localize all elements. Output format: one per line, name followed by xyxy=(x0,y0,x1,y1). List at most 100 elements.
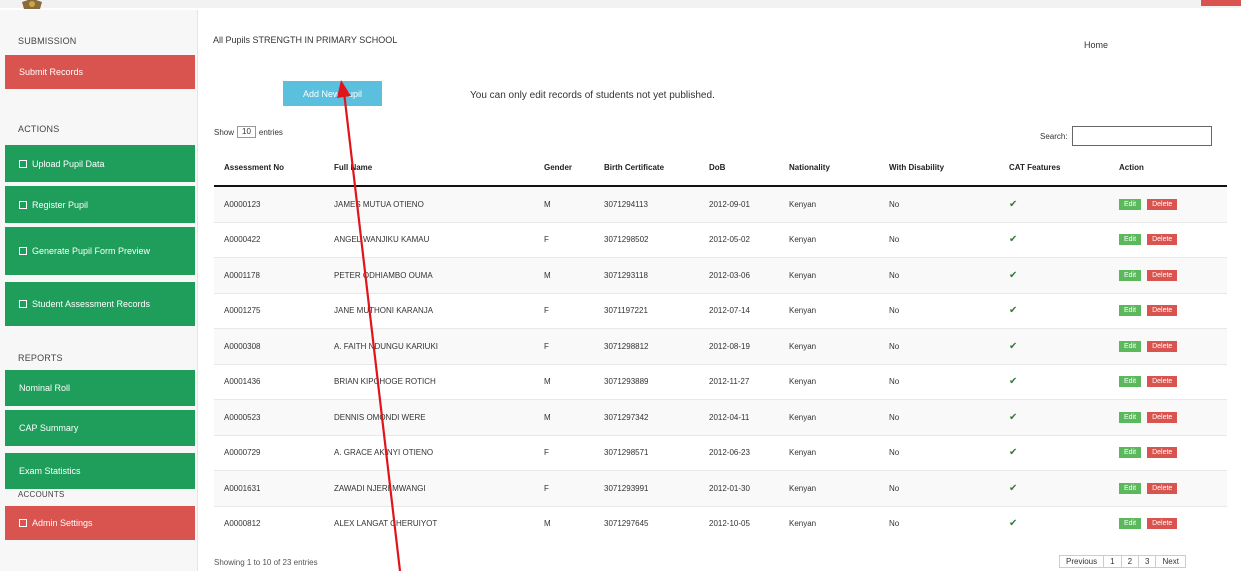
sidebar-item-label: Exam Statistics xyxy=(19,466,81,476)
sidebar-item-label: Nominal Roll xyxy=(19,383,71,393)
pager-page-2[interactable]: 2 xyxy=(1120,555,1140,568)
check-icon: ✔ xyxy=(1009,376,1018,388)
col-gender[interactable]: Gender xyxy=(534,149,594,187)
sidebar-item-nominal-roll[interactable]: Nominal Roll xyxy=(5,370,195,406)
edit-button[interactable]: Edit xyxy=(1119,234,1142,246)
edit-button[interactable]: Edit xyxy=(1119,269,1142,281)
edit-button[interactable]: Edit xyxy=(1119,482,1142,494)
search-input[interactable] xyxy=(1071,126,1212,146)
user-plus-icon xyxy=(19,200,27,209)
cell-gender: F xyxy=(534,221,594,258)
sidebar: SUBMISSION Submit Records ACTIONS Upload… xyxy=(0,10,198,571)
edit-button[interactable]: Edit xyxy=(1119,518,1142,530)
table-row: A0001436 BRIAN KIPCHOGE ROTICH M 3071293889… xyxy=(214,363,1227,400)
cell-nationality: Kenyan xyxy=(779,470,879,506)
cell-full-name: JANE MUTHONI KARANJA xyxy=(324,292,534,329)
cell-full-name: A. GRACE AKINYI OTIENO xyxy=(324,434,534,471)
col-with-disability[interactable]: With Disability xyxy=(879,149,999,187)
cell-birth-certificate: 3071294113 xyxy=(594,185,699,222)
sidebar-item-submit-records[interactable]: Submit Records xyxy=(5,55,195,89)
col-assessment-no[interactable]: Assessment No xyxy=(214,149,324,187)
cell-nationality: Kenyan xyxy=(779,363,879,400)
col-nationality[interactable]: Nationality xyxy=(779,149,879,187)
cell-birth-certificate: 3071298571 xyxy=(594,434,699,471)
row-actions: Edit Delete xyxy=(1119,269,1227,281)
cell-assessment-no: A0000729 xyxy=(214,434,324,471)
entries-length-control: Show 10 entries xyxy=(214,126,283,138)
cell-birth-certificate: 3071293991 xyxy=(594,470,699,506)
cell-action: Edit Delete xyxy=(1109,292,1227,329)
col-dob[interactable]: DoB xyxy=(699,149,779,187)
edit-button[interactable]: Edit xyxy=(1119,198,1142,210)
delete-button[interactable]: Delete xyxy=(1147,269,1178,281)
cell-birth-certificate: 3071297342 xyxy=(594,399,699,435)
cell-cat-features: ✔ xyxy=(999,328,1109,364)
check-icon: ✔ xyxy=(1009,340,1018,352)
cell-dob: 2012-03-06 xyxy=(699,257,779,293)
col-action[interactable]: Action xyxy=(1109,149,1227,187)
sidebar-section-submission: SUBMISSION xyxy=(18,36,77,46)
sidebar-item-label: Upload Pupil Data xyxy=(32,158,105,169)
pager-page-3[interactable]: 3 xyxy=(1138,555,1157,568)
cell-action: Edit Delete xyxy=(1109,399,1227,435)
edit-button[interactable]: Edit xyxy=(1119,340,1142,352)
cell-full-name: A. FAITH NDUNGU KARIUKI xyxy=(324,328,534,364)
cell-nationality: Kenyan xyxy=(779,185,879,222)
cell-nationality: Kenyan xyxy=(779,292,879,329)
cell-birth-certificate: 3071293118 xyxy=(594,257,699,293)
cell-assessment-no: A0001178 xyxy=(214,257,324,293)
cell-with-disability: No xyxy=(879,185,999,222)
gear-icon xyxy=(19,519,27,527)
add-new-pupil-button[interactable]: Add New Pupil xyxy=(283,81,382,106)
col-full-name[interactable]: Full Name xyxy=(324,149,534,187)
sidebar-item-label: Student Assessment Records xyxy=(32,299,151,309)
sidebar-item-upload-pupil-data[interactable]: Upload Pupil Data xyxy=(5,145,195,182)
delete-button[interactable]: Delete xyxy=(1147,198,1178,210)
sidebar-item-assessment-records[interactable]: Student Assessment Records xyxy=(5,282,195,326)
cell-action: Edit Delete xyxy=(1109,185,1227,222)
delete-button[interactable]: Delete xyxy=(1147,376,1178,388)
entries-select[interactable]: 10 xyxy=(237,126,256,138)
sidebar-item-label: Submit Records xyxy=(19,67,84,77)
delete-button[interactable]: Delete xyxy=(1147,518,1178,530)
sidebar-item-cap-summary[interactable]: CAP Summary xyxy=(5,410,195,446)
sidebar-item-register-pupil[interactable]: Register Pupil xyxy=(5,186,195,223)
sidebar-item-exam-statistics[interactable]: Exam Statistics xyxy=(5,453,195,489)
edit-button[interactable]: Edit xyxy=(1119,376,1142,388)
delete-button[interactable]: Delete xyxy=(1147,411,1178,423)
sidebar-item-label: Generate Pupil Form Preview xyxy=(32,246,151,256)
cell-gender: M xyxy=(534,257,594,293)
delete-button[interactable]: Delete xyxy=(1147,305,1178,317)
cell-dob: 2012-05-02 xyxy=(699,221,779,258)
cell-dob: 2012-09-01 xyxy=(699,185,779,222)
pager-page-1[interactable]: 1 xyxy=(1103,555,1122,568)
cell-full-name: DENNIS OMONDI WERE xyxy=(324,399,534,435)
cell-birth-certificate: 3071197221 xyxy=(594,292,699,329)
delete-button[interactable]: Delete xyxy=(1147,482,1178,494)
table-info: Showing 1 to 10 of 23 entries xyxy=(214,558,318,567)
delete-button[interactable]: Delete xyxy=(1147,447,1178,459)
col-birth-certificate[interactable]: Birth Certificate xyxy=(594,149,699,187)
cell-cat-features: ✔ xyxy=(999,505,1109,541)
pager-previous[interactable]: Previous xyxy=(1059,555,1105,568)
cell-cat-features: ✔ xyxy=(999,363,1109,400)
edit-button[interactable]: Edit xyxy=(1119,305,1142,317)
pager-next[interactable]: Next xyxy=(1155,555,1186,568)
col-cat-features[interactable]: CAT Features xyxy=(999,149,1109,187)
delete-button[interactable]: Delete xyxy=(1147,234,1178,246)
edit-button[interactable]: Edit xyxy=(1119,447,1142,459)
home-link[interactable]: Home xyxy=(1084,40,1108,50)
cell-with-disability: No xyxy=(879,363,999,400)
table-row: A0000812 ALEX LANGAT CHERUIYOT M 3071297645… xyxy=(214,505,1227,541)
delete-button[interactable]: Delete xyxy=(1147,340,1178,352)
cell-full-name: ALEX LANGAT CHERUIYOT xyxy=(324,505,534,541)
sidebar-item-admin-settings[interactable]: Admin Settings xyxy=(5,506,195,540)
logout-button[interactable] xyxy=(1201,0,1241,6)
upload-icon xyxy=(19,159,27,168)
cell-with-disability: No xyxy=(879,434,999,471)
sidebar-item-generate-pupil-form[interactable]: Generate Pupil Form Preview xyxy=(5,227,195,275)
cell-assessment-no: A0000308 xyxy=(214,328,324,364)
cell-gender: M xyxy=(534,505,594,541)
edit-button[interactable]: Edit xyxy=(1119,411,1142,423)
cell-gender: M xyxy=(534,185,594,222)
